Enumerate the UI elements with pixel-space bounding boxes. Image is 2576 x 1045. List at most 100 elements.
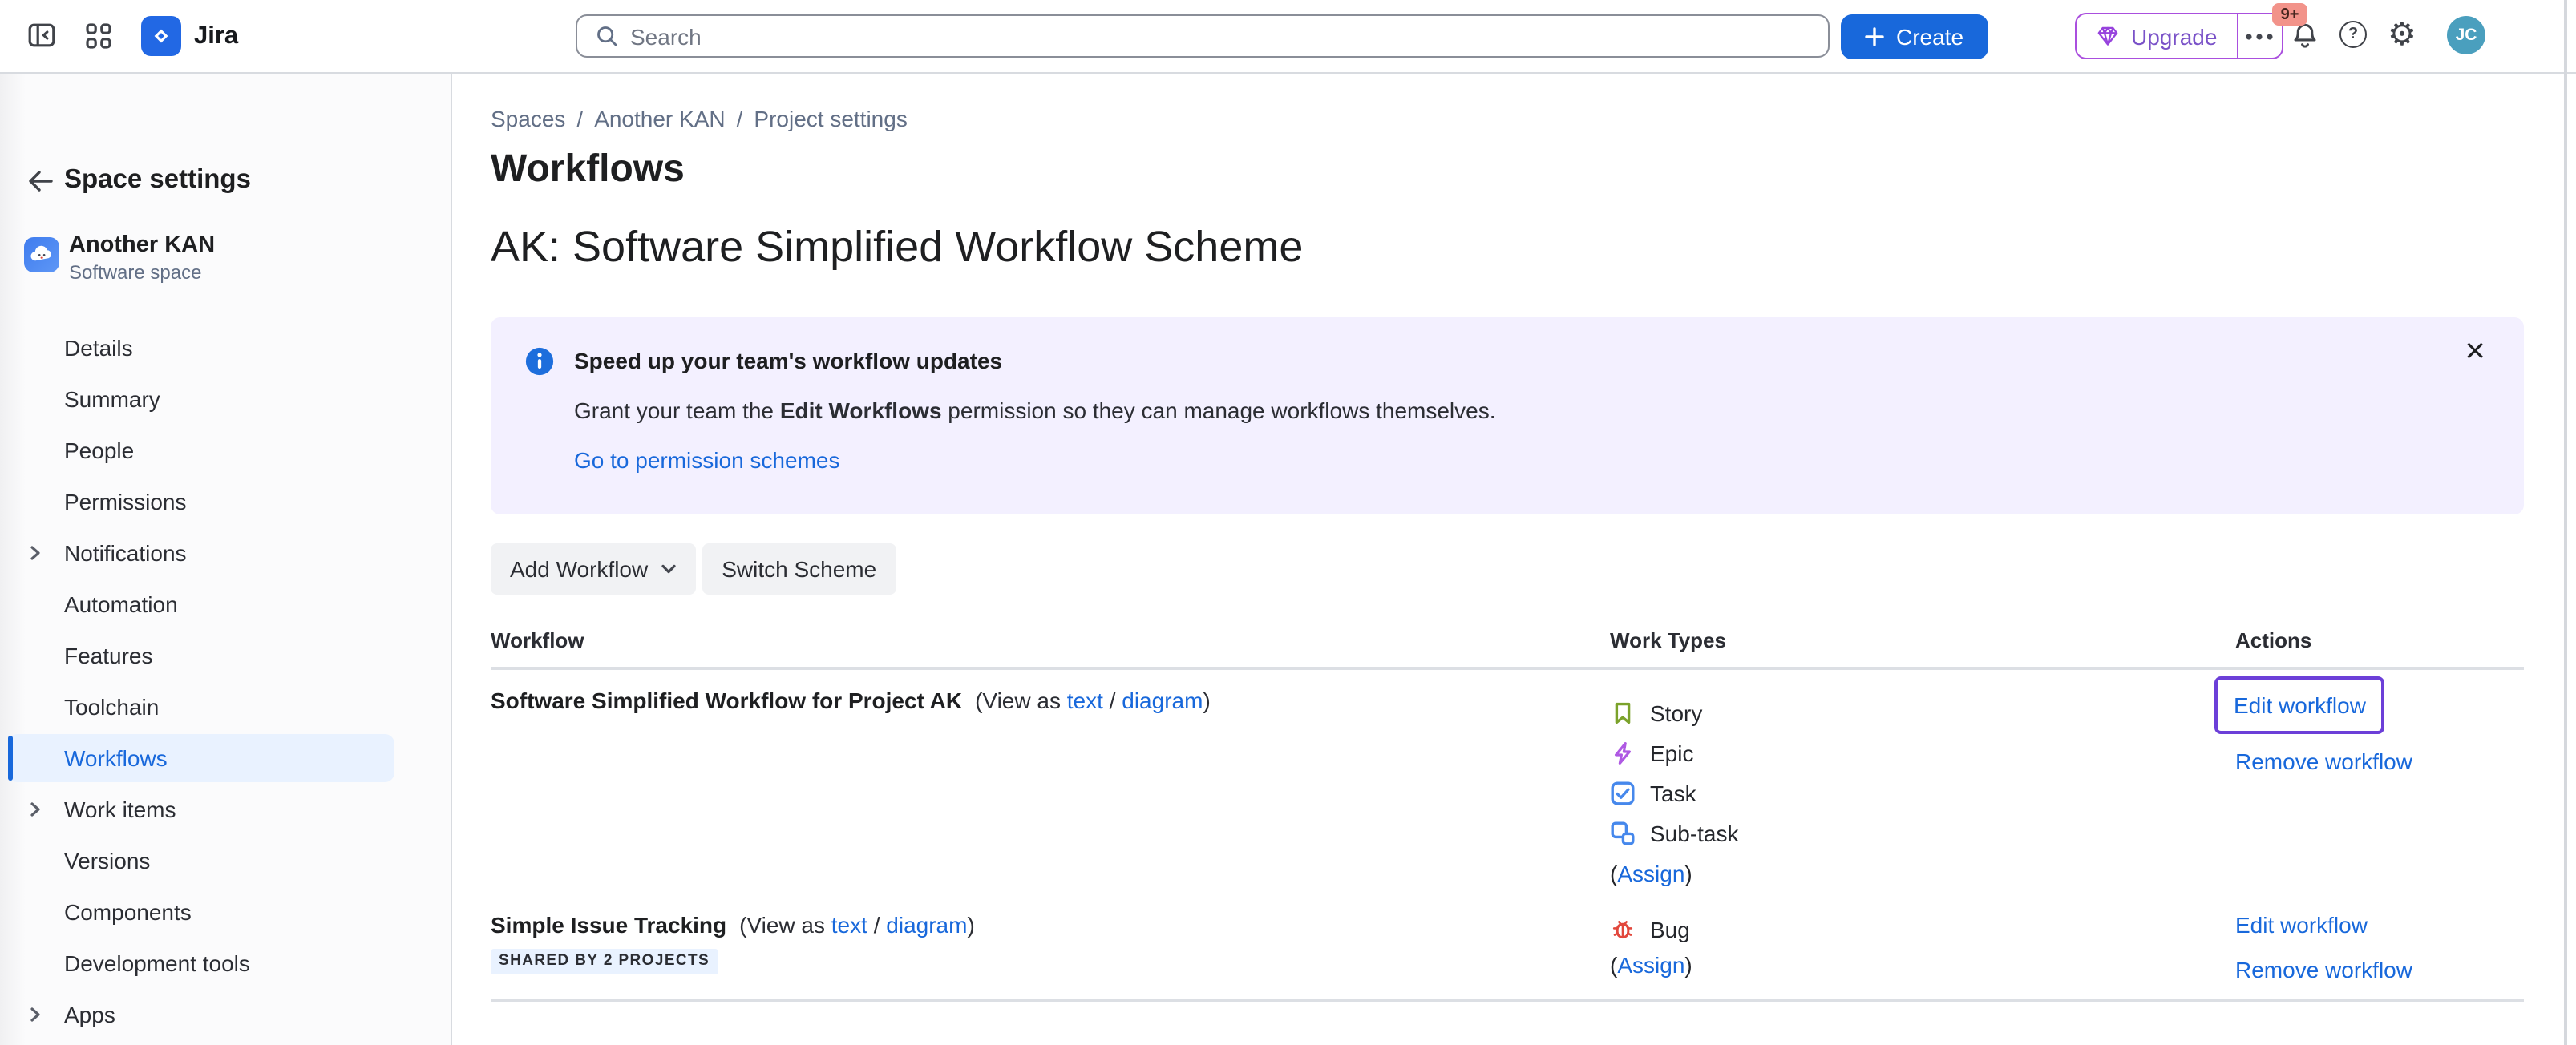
close-icon[interactable]: ×	[2465, 333, 2485, 369]
workflow-name: Software Simplified Workflow for Project…	[491, 688, 962, 713]
app-name: Jira	[194, 0, 238, 72]
banner-body-bold: Edit Workflows	[780, 397, 942, 423]
sidebar-item-features[interactable]: Features	[0, 630, 451, 681]
column-header-workflow: Workflow	[491, 628, 1610, 652]
breadcrumb-another-kan[interactable]: Another KAN	[594, 106, 725, 131]
sidebar-item-versions[interactable]: Versions	[0, 835, 451, 886]
work-types-cell: Story Epic Task	[1610, 684, 2235, 890]
epic-icon	[1610, 740, 1636, 765]
jira-space-settings-page: Jira Create Upgrade	[0, 0, 2576, 1045]
remove-workflow-link[interactable]: Remove workflow	[2235, 745, 2524, 777]
app-switcher-icon[interactable]	[85, 22, 112, 50]
sidebar-item-workflows[interactable]: Workflows	[0, 732, 451, 784]
top-bar: Jira Create Upgrade	[0, 0, 2576, 74]
assign-link[interactable]: Assign	[1617, 952, 1684, 978]
sidebar-nav: Details Summary People Permissions Notif…	[0, 322, 451, 1040]
ellipsis-icon	[2245, 33, 2274, 39]
actions-cell: Edit workflow Remove workflow	[2235, 909, 2524, 986]
task-icon	[1610, 780, 1636, 805]
workflow-cell: Software Simplified Workflow for Project…	[491, 684, 1610, 890]
view-as-text-link[interactable]: text	[831, 912, 867, 938]
add-workflow-label: Add Workflow	[510, 556, 648, 582]
subtask-icon	[1610, 820, 1636, 845]
work-type-story: Story	[1610, 692, 2235, 732]
table-row-software-simplified-workflow: Software Simplified Workflow for Project…	[491, 670, 2524, 890]
page-scrollbar[interactable]	[2563, 0, 2567, 1045]
view-as-diagram-link[interactable]: diagram	[886, 912, 967, 938]
permission-schemes-link[interactable]: Go to permission schemes	[574, 444, 839, 476]
page-title: Workflows	[491, 146, 2525, 194]
work-type-epic: Epic	[1610, 732, 2235, 773]
view-as: (View as text / diagram)	[739, 912, 975, 938]
workflow-name: Simple Issue Tracking	[491, 912, 726, 938]
banner-body: Grant your team the Edit Workflows permi…	[574, 394, 1496, 426]
switch-scheme-button[interactable]: Switch Scheme	[702, 543, 896, 595]
breadcrumb: Spaces/Another KAN/Project settings	[491, 103, 2525, 135]
remove-workflow-link[interactable]: Remove workflow	[2235, 954, 2524, 986]
upgrade-button[interactable]: Upgrade	[2077, 14, 2236, 58]
work-type-bug: Bug	[1610, 909, 2235, 949]
chevron-right-icon	[27, 545, 43, 561]
workflow-scheme-title: AK: Software Simplified Workflow Scheme	[491, 220, 2525, 274]
sidebar-item-notifications[interactable]: Notifications	[0, 527, 451, 579]
table-row-simple-issue-tracking: Simple Issue Tracking (View as text / dia…	[491, 890, 2524, 1002]
info-icon	[524, 346, 555, 377]
breadcrumb-spaces[interactable]: Spaces	[491, 106, 565, 131]
chevron-down-icon	[661, 561, 677, 577]
settings-gear-icon[interactable]: ⚙	[2388, 13, 2416, 58]
sidebar-item-summary[interactable]: Summary	[0, 373, 451, 425]
column-header-actions: Actions	[2235, 628, 2524, 652]
space-name: Another KAN	[69, 232, 215, 258]
view-as-text-link[interactable]: text	[1067, 688, 1103, 713]
space-type: Software space	[69, 261, 201, 284]
sidebar-item-people[interactable]: People	[0, 425, 451, 476]
sidebar-collapse-icon[interactable]	[26, 19, 58, 51]
column-header-work-types: Work Types	[1610, 628, 2235, 652]
user-avatar[interactable]: JC	[2447, 16, 2485, 54]
edit-workflow-link[interactable]: Edit workflow	[2234, 689, 2366, 721]
upgrade-button-label: Upgrade	[2131, 23, 2217, 49]
edit-workflow-link[interactable]: Edit workflow	[2235, 909, 2368, 941]
view-as-diagram-link[interactable]: diagram	[1122, 688, 1203, 713]
notification-badge[interactable]: 9+	[2272, 3, 2307, 26]
main-content: Spaces/Another KAN/Project settings Work…	[452, 72, 2576, 1045]
switch-scheme-label: Switch Scheme	[722, 556, 876, 582]
actions-cell: Edit workflow Remove workflow	[2235, 684, 2524, 890]
back-arrow-icon[interactable]	[24, 167, 53, 196]
edit-workflow-focus-ring: Edit workflow	[2214, 676, 2385, 734]
space-settings-sidebar: Space settings Another KAN Software spac…	[0, 72, 452, 1045]
story-icon	[1610, 700, 1636, 725]
sidebar-item-apps[interactable]: Apps	[0, 989, 451, 1040]
assign-link[interactable]: Assign	[1617, 861, 1684, 886]
sidebar-item-automation[interactable]: Automation	[0, 579, 451, 630]
sidebar-item-permissions[interactable]: Permissions	[0, 476, 451, 527]
plus-icon	[1866, 27, 1885, 46]
jira-logo-icon[interactable]	[141, 16, 181, 56]
assign-line: (Assign)	[1610, 949, 2235, 981]
bug-icon	[1610, 916, 1636, 942]
workflow-cell: Simple Issue Tracking (View as text / dia…	[491, 909, 1610, 986]
gem-icon	[2096, 24, 2120, 48]
add-workflow-button[interactable]: Add Workflow	[491, 543, 696, 595]
chevron-right-icon	[27, 1007, 43, 1023]
create-button[interactable]: Create	[1841, 14, 1988, 59]
workflow-toolbar: Add Workflow Switch Scheme	[491, 543, 2525, 595]
space-avatar-cloud-icon[interactable]	[24, 237, 59, 272]
sidebar-item-details[interactable]: Details	[0, 322, 451, 373]
sidebar-title: Space settings	[64, 165, 251, 196]
search-input[interactable]	[576, 14, 1830, 58]
sidebar-item-work-items[interactable]: Work items	[0, 784, 451, 835]
info-banner: Speed up your team's workflow updates Gr…	[491, 317, 2524, 514]
assign-line: (Assign)	[1610, 857, 2235, 890]
chevron-right-icon	[27, 801, 43, 817]
work-types-cell: Bug (Assign)	[1610, 909, 2235, 986]
help-icon[interactable]: ?	[2339, 21, 2367, 48]
upgrade-button-group: Upgrade	[2075, 13, 2283, 59]
sidebar-item-toolchain[interactable]: Toolchain	[0, 681, 451, 732]
sidebar-item-components[interactable]: Components	[0, 886, 451, 938]
shared-projects-badge: SHARED BY 2 PROJECTS	[491, 949, 718, 974]
view-as: (View as text / diagram)	[975, 688, 1211, 713]
work-type-task: Task	[1610, 773, 2235, 813]
breadcrumb-project-settings[interactable]: Project settings	[754, 106, 907, 131]
sidebar-item-development-tools[interactable]: Development tools	[0, 938, 451, 989]
